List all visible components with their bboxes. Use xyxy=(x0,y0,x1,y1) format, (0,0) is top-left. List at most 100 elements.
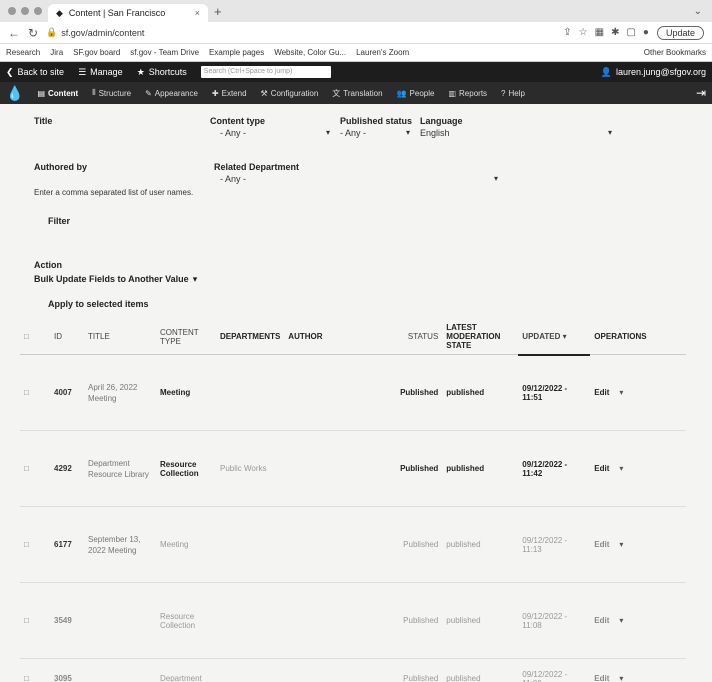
lock-icon: 🔒 xyxy=(46,27,58,37)
row-title-link[interactable] xyxy=(84,582,156,659)
table-row: □ 3549 Resource Collection Published pub… xyxy=(20,582,686,659)
bookmark-item[interactable]: Jira xyxy=(50,48,63,57)
bookmark-item[interactable]: SF.gov board xyxy=(73,48,120,57)
chevron-down-icon: ▾ xyxy=(494,174,499,183)
menu-extend[interactable]: ✚ Extend xyxy=(212,89,247,98)
row-operations: Edit ▾ xyxy=(590,582,686,659)
profile-icon[interactable]: ● xyxy=(643,27,649,38)
new-tab-icon[interactable]: + xyxy=(214,4,222,19)
operations-dropdown-icon[interactable]: ▾ xyxy=(619,540,623,549)
row-departments xyxy=(216,582,285,659)
star-icon[interactable]: ☆ xyxy=(579,27,588,38)
other-bookmarks[interactable]: Other Bookmarks xyxy=(644,48,706,57)
menu-structure[interactable]: ⫴ Structure xyxy=(92,88,131,98)
row-content-type: Department xyxy=(156,658,216,682)
bookmark-item[interactable]: Example pages xyxy=(209,48,264,57)
edit-button[interactable]: Edit xyxy=(594,540,609,549)
action-select[interactable]: Bulk Update Fields to Another Value ▾ xyxy=(34,274,678,285)
shortcuts-link[interactable]: ★ Shortcuts xyxy=(137,67,187,78)
browser-tab[interactable]: ◆ Content | San Francisco × xyxy=(48,4,208,22)
menu-appearance[interactable]: ✎ Appearance xyxy=(145,89,198,98)
row-author[interactable] xyxy=(284,506,385,583)
bookmark-item[interactable]: Lauren's Zoom xyxy=(356,48,409,57)
row-checkbox[interactable]: □ xyxy=(20,658,50,682)
row-title-link[interactable]: Department Resource Library xyxy=(84,430,156,507)
back-arrow-icon[interactable]: ← xyxy=(8,26,20,40)
row-updated: 09/12/2022 - 11:13 xyxy=(518,506,591,583)
menu-configuration[interactable]: ⚒ Configuration xyxy=(261,89,319,98)
content-type-column-header[interactable]: CONTENT TYPE xyxy=(156,319,216,355)
operations-dropdown-icon[interactable]: ▾ xyxy=(619,616,623,625)
operations-dropdown-icon[interactable]: ▾ xyxy=(619,464,623,473)
row-id: 6177 xyxy=(50,506,84,583)
toolbar-search-input[interactable]: Search (Ctrl+Space to jump) xyxy=(200,66,331,78)
edit-button[interactable]: Edit xyxy=(594,464,609,473)
author-column-header[interactable]: AUTHOR xyxy=(284,319,385,355)
menu-help[interactable]: ? Help xyxy=(501,89,525,98)
window-controls[interactable] xyxy=(8,7,42,15)
updated-column-header[interactable]: UPDATED ▾ xyxy=(518,319,591,356)
table-row: □ 4007 April 26, 2022 Meeting Meeting Pu… xyxy=(20,354,686,431)
manage-link[interactable]: ☰ Manage xyxy=(78,67,123,78)
status-column-header[interactable]: STATUS xyxy=(384,319,443,355)
tab-close-icon[interactable]: × xyxy=(195,8,200,18)
filter-button[interactable]: Filter xyxy=(48,216,70,226)
puzzle-icon[interactable]: ✱ xyxy=(611,27,619,38)
orientation-toggle-icon[interactable]: ⇥ xyxy=(696,86,706,100)
departments-column-header: DEPARTMENTS xyxy=(216,319,285,355)
edit-button[interactable]: Edit xyxy=(594,674,609,682)
edit-button[interactable]: Edit xyxy=(594,388,609,397)
menu-content[interactable]: ▤ Content xyxy=(37,89,78,98)
row-content-type: Meeting xyxy=(156,506,216,583)
row-checkbox[interactable]: □ xyxy=(20,506,50,583)
row-author[interactable] xyxy=(284,582,385,659)
user-menu[interactable]: 👤 lauren.jung@sfgov.org xyxy=(601,67,706,78)
menu-icon: ☰ xyxy=(78,66,87,77)
bookmark-item[interactable]: Research xyxy=(6,48,40,57)
bookmark-item[interactable]: Website, Color Gu... xyxy=(274,48,346,57)
url-field[interactable]: 🔒 sf.gov/admin/content xyxy=(46,27,555,38)
row-updated: 09/12/2022 - 11:42 xyxy=(518,430,591,507)
extension-icon[interactable]: ▦ xyxy=(595,27,604,38)
reload-icon[interactable]: ↻ xyxy=(28,26,38,40)
language-select[interactable]: English xyxy=(420,128,450,138)
row-operations: Edit ▾ xyxy=(590,506,686,583)
drupal-logo-icon[interactable]: 💧 xyxy=(6,85,23,102)
row-author[interactable] xyxy=(284,354,385,431)
apply-button[interactable]: Apply to selected items xyxy=(48,299,678,309)
star-icon: ★ xyxy=(136,66,145,77)
row-checkbox[interactable]: □ xyxy=(20,582,50,659)
id-column-header[interactable]: ID xyxy=(50,319,84,355)
content-type-label: Content type xyxy=(210,116,265,126)
row-author[interactable] xyxy=(284,658,385,682)
operations-dropdown-icon[interactable]: ▾ xyxy=(619,674,623,682)
row-status: Published xyxy=(384,582,443,659)
operations-dropdown-icon[interactable]: ▾ xyxy=(619,388,623,397)
extension-icons[interactable]: ⇪ ☆ ▦ ✱ ▢ ● xyxy=(563,27,649,38)
bookmark-item[interactable]: sf.gov - Team Drive xyxy=(130,48,199,57)
row-checkbox[interactable]: □ xyxy=(20,354,50,431)
content-type-select[interactable]: - Any - xyxy=(220,128,246,138)
menu-people[interactable]: 👥 People xyxy=(397,89,435,98)
tab-favicon-icon: ◆ xyxy=(56,7,63,18)
row-title-link[interactable]: September 13, 2022 Meeting xyxy=(84,506,156,583)
edit-button[interactable]: Edit xyxy=(594,616,609,625)
chevron-down-icon: ▾ xyxy=(406,128,411,137)
related-department-select[interactable]: - Any - xyxy=(220,174,246,184)
menu-reports[interactable]: ▥ Reports xyxy=(448,89,487,98)
published-status-select[interactable]: - Any - xyxy=(340,128,366,138)
back-to-site-link[interactable]: ❮ Back to site xyxy=(6,67,64,78)
row-checkbox[interactable]: □ xyxy=(20,430,50,507)
wrench-icon: ⚒ xyxy=(260,88,268,98)
row-title-link[interactable]: April 26, 2022 Meeting xyxy=(84,354,156,431)
update-button[interactable]: Update xyxy=(656,25,704,40)
tab-search-icon[interactable]: ⌄ xyxy=(694,6,702,17)
share-icon[interactable]: ⇪ xyxy=(563,27,571,38)
row-title-link[interactable] xyxy=(84,658,156,682)
menu-translation[interactable]: 文 Translation xyxy=(332,88,382,99)
sidepanel-icon[interactable]: ▢ xyxy=(626,27,635,38)
title-column-header[interactable]: TITLE xyxy=(84,319,156,355)
row-author[interactable] xyxy=(284,430,385,507)
row-moderation-state: published xyxy=(442,582,519,659)
select-all-checkbox[interactable]: □ xyxy=(20,319,50,355)
